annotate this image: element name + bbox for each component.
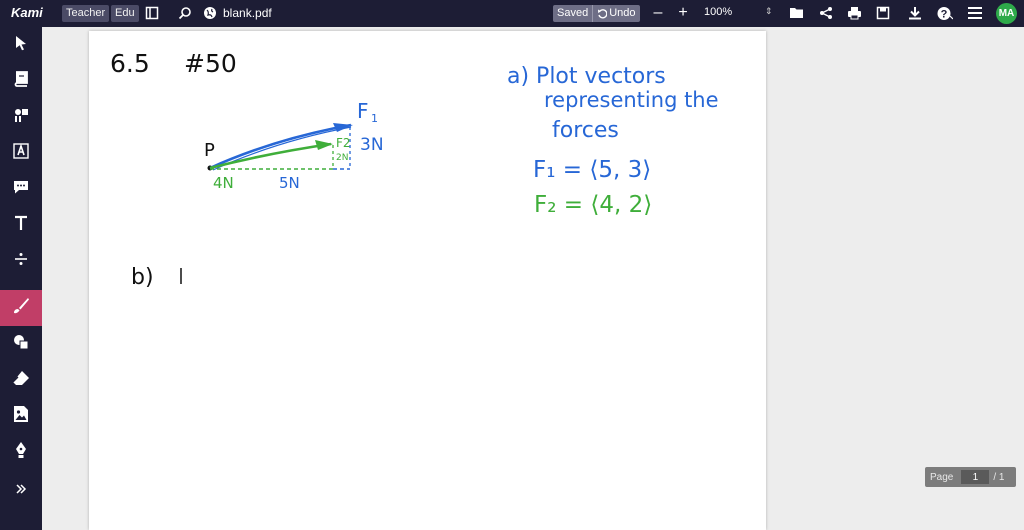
eraser-tool[interactable] bbox=[0, 362, 42, 398]
markup-tool[interactable] bbox=[0, 135, 42, 171]
pdf-page[interactable]: 6.5 #50 P F 1 3N F2 2N 4N 5N a) Plot vec… bbox=[89, 31, 766, 530]
problem-number: 6.5 bbox=[110, 49, 150, 78]
book-icon bbox=[13, 70, 29, 92]
share-icon[interactable] bbox=[817, 4, 835, 22]
image-icon bbox=[13, 405, 29, 428]
expand-tool[interactable] bbox=[0, 473, 42, 509]
kami-logo[interactable]: Kami bbox=[11, 5, 43, 20]
drawing-tool[interactable] bbox=[0, 290, 42, 326]
divide-icon bbox=[14, 252, 28, 271]
x-label-green: 4N bbox=[213, 174, 234, 192]
equation-f2: F₂ = ⟨4, 2⟩ bbox=[534, 192, 652, 218]
undo-icon bbox=[598, 8, 608, 19]
part-b-label: b) bbox=[131, 265, 154, 290]
part-a-line3: forces bbox=[552, 118, 619, 143]
signature-tool[interactable] bbox=[0, 434, 42, 470]
zoom-out-button[interactable]: – bbox=[649, 4, 667, 22]
eraser-icon bbox=[12, 370, 30, 391]
f1-magnitude: 3N bbox=[360, 135, 384, 155]
problem-item: #50 bbox=[184, 49, 237, 78]
part-a-line1: a) Plot vectors bbox=[507, 64, 666, 89]
select-tool[interactable] bbox=[0, 27, 42, 63]
document-filename[interactable]: blank.pdf bbox=[223, 6, 272, 20]
f2-label: F2 bbox=[336, 136, 351, 150]
zoom-in-button[interactable]: + bbox=[674, 4, 692, 22]
left-tool-panel bbox=[0, 27, 42, 530]
zoom-level-select[interactable]: 100% bbox=[704, 6, 732, 18]
search-icon[interactable] bbox=[176, 4, 194, 22]
comment-icon bbox=[13, 179, 29, 200]
equation-f1: F₁ = ⟨5, 3⟩ bbox=[533, 157, 651, 183]
svg-text:?: ? bbox=[941, 8, 948, 20]
undo-button[interactable]: Undo bbox=[593, 5, 639, 22]
edu-badge: Edu bbox=[111, 5, 139, 22]
point-label: P bbox=[204, 140, 215, 161]
x-label-blue: 5N bbox=[279, 174, 300, 192]
saved-status: Saved bbox=[557, 7, 589, 19]
f2-magnitude: 2N bbox=[336, 153, 348, 163]
sidebar-toggle-icon[interactable] bbox=[143, 4, 161, 22]
undo-label: Undo bbox=[609, 7, 636, 19]
avatar[interactable]: MA bbox=[996, 3, 1017, 24]
equation-tool[interactable] bbox=[0, 243, 42, 279]
f2-arrowhead bbox=[315, 140, 333, 150]
expand-icon bbox=[15, 482, 27, 500]
handwriting-canvas: 6.5 #50 P F 1 3N F2 2N 4N 5N a) Plot vec… bbox=[110, 49, 719, 290]
cursor-icon bbox=[14, 35, 28, 56]
globe-icon bbox=[201, 4, 219, 22]
text-icon bbox=[14, 215, 28, 236]
dictionary-tool[interactable] bbox=[0, 63, 42, 99]
text-to-speech-tool[interactable] bbox=[0, 99, 42, 135]
page-indicator: Page / 1 bbox=[925, 467, 1016, 487]
shapes-tool[interactable] bbox=[0, 326, 42, 362]
menu-icon[interactable] bbox=[966, 4, 984, 22]
chevron-updown-icon[interactable]: ⇕ bbox=[765, 6, 773, 17]
save-icon[interactable] bbox=[874, 4, 892, 22]
page-total: / 1 bbox=[993, 471, 1005, 483]
shapes-icon bbox=[13, 334, 29, 355]
f1-subscript: 1 bbox=[371, 112, 378, 125]
save-undo-group: Saved Undo bbox=[553, 5, 640, 22]
page-label: Page bbox=[930, 471, 954, 483]
image-tool[interactable] bbox=[0, 398, 42, 434]
download-icon[interactable] bbox=[906, 4, 924, 22]
page-number-input[interactable] bbox=[961, 470, 990, 484]
print-icon[interactable] bbox=[845, 4, 863, 22]
text-tool[interactable] bbox=[0, 207, 42, 243]
folder-icon[interactable] bbox=[788, 4, 806, 22]
top-toolbar: Kami Teacher Edu blank.pdf Saved Undo – … bbox=[0, 0, 1024, 27]
help-icon[interactable]: ? bbox=[936, 4, 954, 22]
brush-icon bbox=[12, 297, 30, 320]
comment-tool[interactable] bbox=[0, 171, 42, 207]
pen-nib-icon bbox=[15, 441, 27, 464]
speaker-icon bbox=[13, 107, 29, 128]
f1-label: F bbox=[357, 99, 369, 123]
part-a-line2: representing the bbox=[544, 88, 719, 112]
highlight-icon bbox=[13, 142, 29, 164]
teacher-badge: Teacher bbox=[62, 5, 110, 22]
